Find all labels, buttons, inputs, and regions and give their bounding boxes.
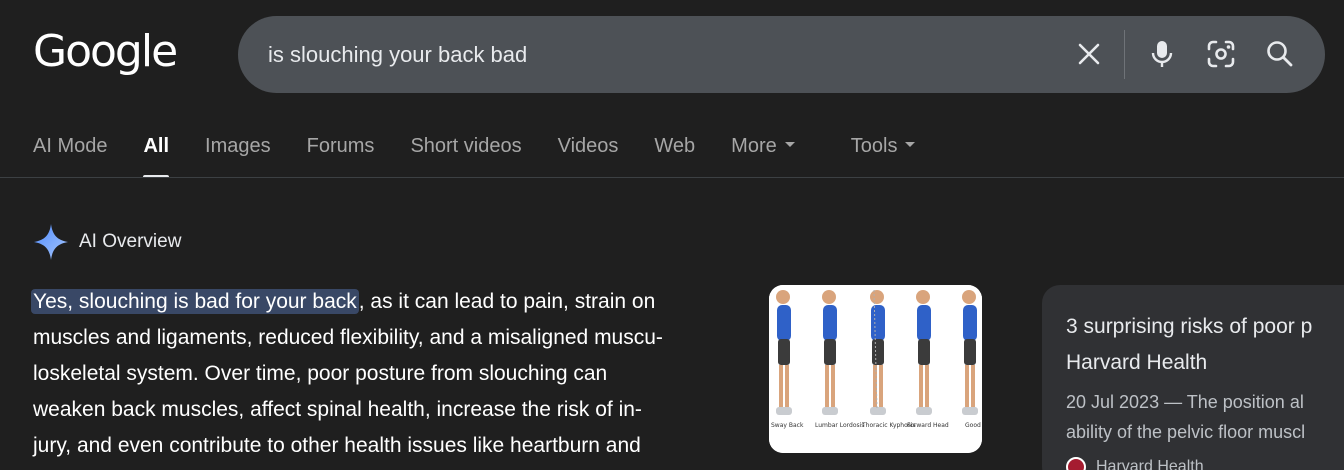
tab-more[interactable]: More <box>731 128 795 178</box>
tab-ai-mode[interactable]: AI Mode <box>33 128 107 178</box>
source-card-title[interactable]: 3 surprising risks of poor p Harvard Hea… <box>1066 309 1344 381</box>
tab-short-videos[interactable]: Short videos <box>410 128 521 178</box>
search-input[interactable] <box>268 16 1068 93</box>
posture-illustration: Sway Back Lumbar Lordosis Thoracic Kypho… <box>769 285 982 453</box>
tab-all[interactable]: All <box>143 128 169 178</box>
source-card-snippet-line-1: 20 Jul 2023 — The position al <box>1066 392 1304 412</box>
caption-forward-head: Forward Head <box>907 422 949 429</box>
search-divider <box>1124 30 1125 79</box>
ai-overview-text: Yes, slouching is bad for your back, as … <box>31 284 763 464</box>
tab-images[interactable]: Images <box>205 128 271 178</box>
tab-tools[interactable]: Tools <box>851 128 916 178</box>
sparkle-icon <box>34 224 68 260</box>
tab-tools-label: Tools <box>850 135 898 157</box>
caption-sway-back: Sway Back <box>771 422 804 429</box>
source-name: Harvard Health <box>1096 458 1204 470</box>
search-bar[interactable] <box>238 16 1325 93</box>
mic-icon[interactable] <box>1146 38 1178 70</box>
search-icon[interactable] <box>1264 38 1296 70</box>
source-card[interactable]: 3 surprising risks of poor p Harvard Hea… <box>1042 285 1344 470</box>
chevron-down-icon <box>905 142 916 148</box>
source-card-snippet-line-2: ability of the pelvic floor muscl <box>1066 422 1306 442</box>
favicon-icon <box>1066 457 1086 470</box>
source-card-title-line-1: 3 surprising risks of poor p <box>1066 315 1313 338</box>
ai-text-line-5: jury, and even contribute to other healt… <box>33 434 641 457</box>
source-card-title-line-2: Harvard Health <box>1066 351 1208 374</box>
tab-forums[interactable]: Forums <box>307 128 375 178</box>
chevron-down-icon <box>784 142 795 148</box>
lens-icon[interactable] <box>1205 38 1237 70</box>
source-card-snippet: 20 Jul 2023 — The position al ability of… <box>1066 387 1344 447</box>
caption-good: Good <box>965 422 981 429</box>
google-logo[interactable]: Google <box>33 24 178 80</box>
ai-overview-title: AI Overview <box>79 231 182 252</box>
ai-text-line-3: loskeletal system. Over time, poor postu… <box>33 362 608 385</box>
clear-icon[interactable] <box>1073 38 1105 70</box>
ai-text-line-2: muscles and ligaments, reduced flexibili… <box>33 326 663 349</box>
ai-text-line-1: , as it can lead to pain, strain on <box>358 290 656 313</box>
tab-videos[interactable]: Videos <box>558 128 619 178</box>
ai-text-line-4: weaken back muscles, affect spinal healt… <box>33 398 642 421</box>
tab-more-label: More <box>731 135 777 157</box>
ai-highlight: Yes, slouching is bad for your back <box>31 289 359 314</box>
source-card-source: Harvard Health <box>1066 457 1204 470</box>
caption-lumbar: Lumbar Lordosis <box>815 422 864 429</box>
ai-overview-header: AI Overview <box>33 223 181 261</box>
search-tabs: AI Mode All Images Forums Short videos V… <box>33 128 951 178</box>
ai-text-line: Yes, slouching is bad for your back, as … <box>31 284 763 320</box>
posture-image[interactable]: Sway Back Lumbar Lordosis Thoracic Kypho… <box>769 285 982 453</box>
search-results-page: Google AI Mode <box>0 0 1344 470</box>
tab-web[interactable]: Web <box>654 128 695 178</box>
tabs-divider <box>0 177 1344 178</box>
